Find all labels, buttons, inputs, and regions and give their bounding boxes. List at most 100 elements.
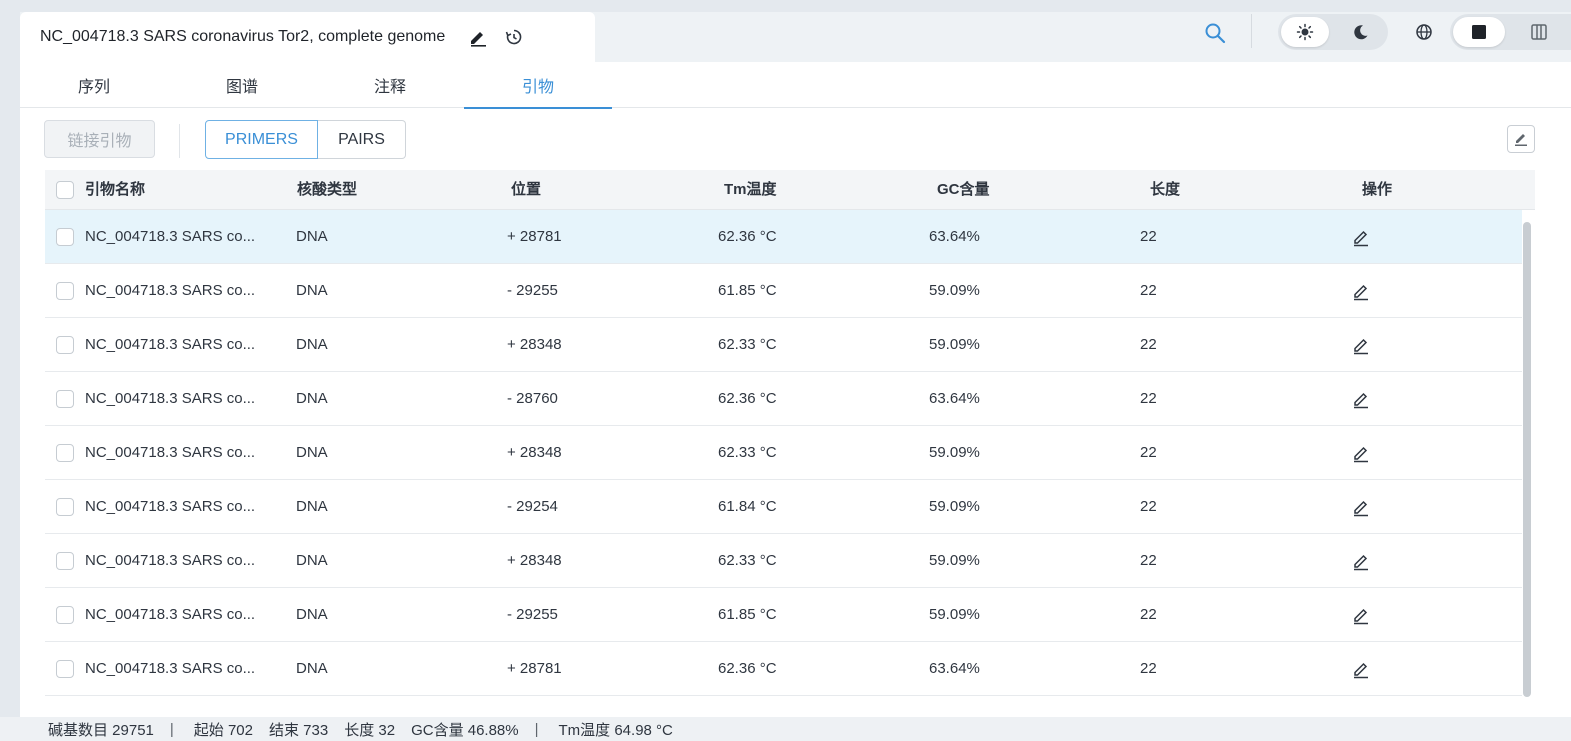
top-bar: NC_004718.3 SARS coronavirus Tor2, compl…: [20, 12, 1571, 62]
nucleic-type: DNA: [296, 606, 328, 623]
column-header[interactable]: 长度: [1150, 170, 1180, 210]
position: - 29254: [507, 498, 558, 515]
pencil-icon[interactable]: [467, 26, 489, 48]
pencil-outline-icon[interactable]: [1350, 658, 1372, 680]
status-bar: 碱基数目 29751 | 起始 702 结束 733 长度 32 GC含量 46…: [0, 717, 1571, 741]
row-checkbox[interactable]: [56, 552, 74, 570]
pencil-outline-icon[interactable]: [1350, 280, 1372, 302]
row-checkbox[interactable]: [56, 660, 74, 678]
primer-name: NC_004718.3 SARS co...: [85, 228, 256, 245]
document-tab[interactable]: NC_004718.3 SARS coronavirus Tor2, compl…: [20, 12, 595, 62]
primer-table: 引物名称 核酸类型 位置 Tm温度 GC含量 长度 操作 NC_004718.3…: [45, 170, 1535, 718]
globe-icon[interactable]: [1408, 16, 1440, 48]
toolbar-divider: [179, 124, 180, 158]
row-checkbox[interactable]: [56, 444, 74, 462]
row-checkbox[interactable]: [56, 498, 74, 516]
gc-value: 63.64%: [929, 228, 980, 245]
pencil-outline-icon[interactable]: [1350, 550, 1372, 572]
pencil-outline-icon[interactable]: [1350, 604, 1372, 626]
export-icon[interactable]: [1507, 125, 1535, 153]
view-tabs: 序列 图谱 注释 引物: [20, 62, 1571, 109]
position: + 28348: [507, 552, 562, 569]
document-title: NC_004718.3 SARS coronavirus Tor2, compl…: [40, 28, 446, 45]
split-panel-icon[interactable]: [1513, 17, 1565, 47]
pairs-toggle-button[interactable]: PAIRS: [318, 120, 406, 159]
status-base-count: 碱基数目 29751: [48, 721, 154, 739]
length-value: 22: [1140, 660, 1157, 677]
gc-value: 59.09%: [929, 552, 980, 569]
tab-sequence[interactable]: 序列: [20, 62, 168, 108]
column-header[interactable]: 引物名称: [85, 170, 145, 210]
column-header[interactable]: 核酸类型: [297, 170, 357, 210]
column-header[interactable]: Tm温度: [724, 170, 777, 210]
primer-name: NC_004718.3 SARS co...: [85, 606, 256, 623]
primers-toggle-button[interactable]: PRIMERS: [205, 120, 318, 159]
pencil-outline-icon[interactable]: [1350, 388, 1372, 410]
table-row[interactable]: NC_004718.3 SARS co... DNA - 29254 61.84…: [45, 480, 1522, 534]
row-checkbox[interactable]: [56, 606, 74, 624]
status-tm: Tm温度 64.98 °C: [558, 721, 673, 739]
primer-name: NC_004718.3 SARS co...: [85, 444, 256, 461]
status-start: 起始 702: [193, 721, 253, 739]
column-header[interactable]: GC含量: [937, 170, 990, 210]
toolbar-divider: [1251, 14, 1252, 48]
table-row[interactable]: NC_004718.3 SARS co... DNA + 28781 62.36…: [45, 210, 1522, 264]
table-row[interactable]: NC_004718.3 SARS co... DNA - 28760 62.36…: [45, 372, 1522, 426]
nucleic-type: DNA: [296, 498, 328, 515]
length-value: 22: [1140, 606, 1157, 623]
length-value: 22: [1140, 228, 1157, 245]
link-primers-button[interactable]: 链接引物: [44, 120, 155, 158]
table-row[interactable]: NC_004718.3 SARS co... DNA - 29255 61.85…: [45, 264, 1522, 318]
position: + 28781: [507, 660, 562, 677]
moon-icon[interactable]: [1337, 17, 1385, 47]
gc-value: 59.09%: [929, 282, 980, 299]
length-value: 22: [1140, 552, 1157, 569]
nucleic-type: DNA: [296, 336, 328, 353]
nucleic-type: DNA: [296, 282, 328, 299]
table-body: NC_004718.3 SARS co... DNA + 28781 62.36…: [45, 210, 1522, 696]
column-header[interactable]: 位置: [511, 170, 541, 210]
gc-value: 59.09%: [929, 606, 980, 623]
status-separator: |: [534, 720, 539, 738]
sun-icon[interactable]: [1281, 17, 1329, 47]
tm-value: 62.33 °C: [718, 444, 777, 461]
primer-name: NC_004718.3 SARS co...: [85, 660, 256, 677]
search-icon[interactable]: [1200, 18, 1230, 48]
select-all-checkbox[interactable]: [56, 181, 74, 199]
nucleic-type: DNA: [296, 552, 328, 569]
row-checkbox[interactable]: [56, 282, 74, 300]
primer-name: NC_004718.3 SARS co...: [85, 498, 256, 515]
pencil-outline-icon[interactable]: [1350, 496, 1372, 518]
position: + 28348: [507, 336, 562, 353]
gc-value: 59.09%: [929, 444, 980, 461]
position: - 29255: [507, 606, 558, 623]
tab-primers[interactable]: 引物: [464, 62, 612, 109]
row-checkbox[interactable]: [56, 228, 74, 246]
table-row[interactable]: NC_004718.3 SARS co... DNA + 28348 62.33…: [45, 318, 1522, 372]
nucleic-type: DNA: [296, 444, 328, 461]
table-scrollbar[interactable]: [1523, 222, 1531, 697]
row-checkbox[interactable]: [56, 336, 74, 354]
tab-map[interactable]: 图谱: [168, 62, 316, 108]
history-icon[interactable]: [503, 26, 525, 48]
length-value: 22: [1140, 390, 1157, 407]
table-row[interactable]: NC_004718.3 SARS co... DNA + 28348 62.33…: [45, 426, 1522, 480]
gc-value: 63.64%: [929, 390, 980, 407]
tab-annotation[interactable]: 注释: [316, 62, 464, 108]
table-row[interactable]: NC_004718.3 SARS co... DNA - 29255 61.85…: [45, 588, 1522, 642]
length-value: 22: [1140, 498, 1157, 515]
status-separator: |: [169, 720, 174, 738]
pencil-outline-icon[interactable]: [1350, 442, 1372, 464]
single-panel-icon[interactable]: [1453, 17, 1505, 47]
status-length: 长度 32: [344, 721, 396, 739]
app-window: NC_004718.3 SARS coronavirus Tor2, compl…: [20, 12, 1571, 741]
gc-value: 59.09%: [929, 498, 980, 515]
table-row[interactable]: NC_004718.3 SARS co... DNA + 28348 62.33…: [45, 534, 1522, 588]
length-value: 22: [1140, 336, 1157, 353]
pencil-outline-icon[interactable]: [1350, 334, 1372, 356]
pencil-outline-icon[interactable]: [1350, 226, 1372, 248]
row-checkbox[interactable]: [56, 390, 74, 408]
position: + 28781: [507, 228, 562, 245]
table-header: 引物名称 核酸类型 位置 Tm温度 GC含量 长度 操作: [45, 170, 1535, 210]
table-row[interactable]: NC_004718.3 SARS co... DNA + 28781 62.36…: [45, 642, 1522, 696]
